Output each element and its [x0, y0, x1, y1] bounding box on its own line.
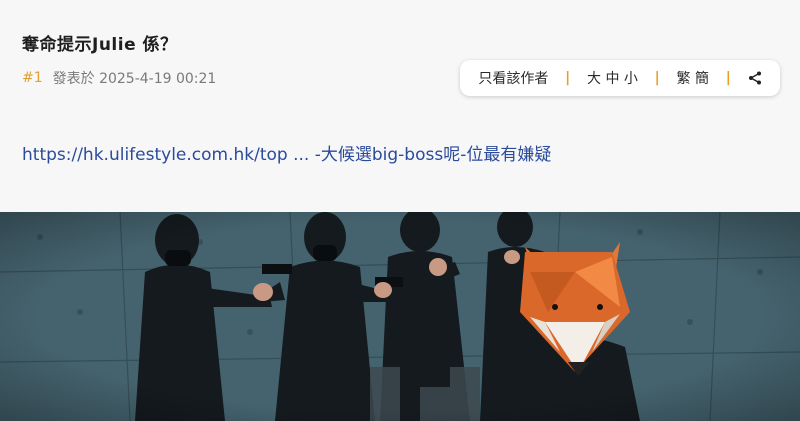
script-toggle[interactable]: 繁 簡: [677, 68, 709, 88]
post-title: 奪命提示Julie 係？: [22, 35, 178, 55]
post-number[interactable]: #1: [22, 70, 43, 86]
font-size-selector[interactable]: 大 中 小: [587, 68, 638, 88]
posted-timestamp: 發表於 2025-4-19 00:21: [52, 71, 217, 87]
post-image[interactable]: [0, 212, 800, 421]
author-only-button[interactable]: 只看該作者: [478, 68, 548, 88]
photo-scene: [0, 212, 800, 421]
article-link[interactable]: https://hk.ulifestyle.com.hk/top ... -大候…: [22, 140, 551, 165]
post-toolbar: 只看該作者 | 大 中 小 | 繁 簡 |: [460, 60, 780, 96]
post-panel: 奪命提示Julie 係？ #1 發表於 2025-4-19 00:21 只看該作…: [0, 0, 800, 212]
toolbar-separator: |: [725, 70, 731, 86]
toolbar-separator: |: [654, 70, 660, 86]
post-meta: #1 發表於 2025-4-19 00:21: [22, 68, 216, 88]
share-icon[interactable]: [748, 71, 762, 85]
toolbar-separator: |: [565, 70, 571, 86]
